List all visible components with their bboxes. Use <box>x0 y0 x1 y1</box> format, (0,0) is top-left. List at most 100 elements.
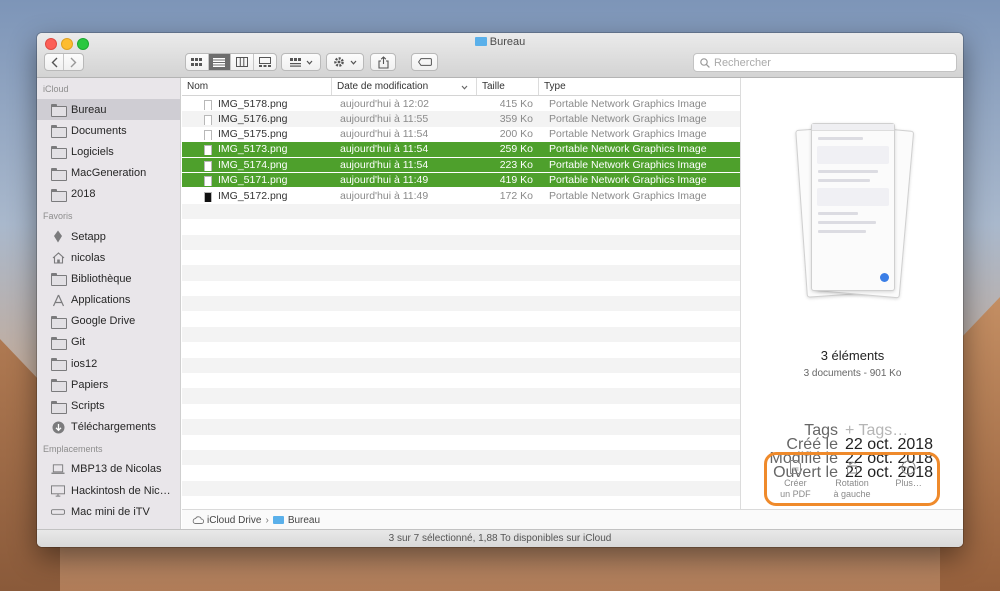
preview-subtitle: 3 documents - 901 Ko <box>803 368 902 379</box>
share-button[interactable] <box>370 53 396 71</box>
table-row[interactable]: IMG_5171.png aujourd'hui à 11:49 419 Ko Por… <box>182 172 740 189</box>
sidebar-item-mbp13-de-nicolas[interactable]: MBP13 de Nicolas <box>37 459 180 480</box>
sidebar-item-label: Documents <box>71 124 127 137</box>
column-header-type[interactable]: Type <box>539 78 740 95</box>
sidebar-item-2018[interactable]: 2018 <box>37 184 180 205</box>
sidebar-item-mac-mini-de-itv[interactable]: Mac mini de iTV <box>37 501 180 522</box>
file-name: IMG_5173.png <box>218 143 288 156</box>
quick-action-pdf[interactable]: Créer un PDF <box>769 460 821 500</box>
folder-icon <box>51 146 67 160</box>
column-view-button[interactable] <box>231 54 254 70</box>
file-date: aujourd'hui à 11:55 <box>340 113 429 126</box>
chevron-down-icon <box>306 60 312 65</box>
file-name-cell: IMG_5178.png <box>182 98 332 110</box>
table-row[interactable]: IMG_5175.png aujourd'hui à 11:54 200 Ko Por… <box>182 127 740 142</box>
file-name: IMG_5175.png <box>218 128 288 141</box>
table-row <box>182 311 740 326</box>
table-row <box>182 357 740 374</box>
back-button[interactable] <box>45 54 65 70</box>
table-row[interactable]: IMG_5178.png aujourd'hui à 12:02 415 Ko Por… <box>182 96 740 111</box>
sidebar-item-t-l-chargements[interactable]: Téléchargements <box>37 417 180 438</box>
sidebar-item-papiers[interactable]: Papiers <box>37 374 180 395</box>
column-header-date-label: Date de modification <box>337 81 429 92</box>
file-type: Portable Network Graphics Image <box>549 174 707 187</box>
table-row <box>182 373 740 388</box>
finder-window: Bureau Rechercher iCloud Bureau Document… <box>37 33 963 547</box>
sidebar-item-label: 2018 <box>71 188 96 201</box>
quick-action-label: Rotation <box>835 478 869 488</box>
sidebar-item-macgeneration[interactable]: MacGeneration <box>37 163 180 184</box>
column-header-size[interactable]: Taille <box>477 78 539 95</box>
list-icon <box>213 57 226 67</box>
file-size: 223 Ko <box>499 158 533 171</box>
gallery-icon <box>258 57 271 67</box>
file-size: 259 Ko <box>499 143 533 156</box>
group-by-button[interactable] <box>281 53 321 71</box>
quick-actions: Créer un PDF Rotation à gauche Plus… <box>764 452 940 506</box>
quick-action-more[interactable]: Plus… <box>883 460 935 489</box>
columns-icon <box>235 57 248 67</box>
display-icon <box>51 484 65 497</box>
gear-icon <box>334 57 344 67</box>
tags-button[interactable] <box>411 53 438 71</box>
folder-icon <box>51 400 67 414</box>
sidebar-item-setapp[interactable]: Setapp <box>37 226 180 247</box>
table-row <box>182 404 740 419</box>
column-header-name[interactable]: Nom <box>182 78 332 95</box>
sidebar-item-label: Setapp <box>71 230 106 243</box>
sidebar-item-documents[interactable]: Documents <box>37 120 180 141</box>
sidebar-item-ios12[interactable]: ios12 <box>37 353 180 374</box>
list-view-button[interactable] <box>208 54 231 70</box>
table-row[interactable]: IMG_5172.png aujourd'hui à 11:49 172 Ko Por… <box>182 188 740 203</box>
sidebar-item-label: Bureau <box>71 103 107 116</box>
sidebar-item-applications[interactable]: Applications <box>37 290 180 311</box>
file-list: Nom Date de modification Taille Type IMG… <box>182 78 740 531</box>
sidebar-item-label: Hackintosh de Nic… <box>71 484 171 497</box>
sidebar-item-biblioth-que[interactable]: Bibliothèque <box>37 268 180 289</box>
sidebar-item-label: MacGeneration <box>71 167 147 180</box>
file-rows: IMG_5178.png aujourd'hui à 12:02 415 Ko Por… <box>182 96 740 527</box>
table-row[interactable]: IMG_5173.png aujourd'hui à 11:54 259 Ko Por… <box>182 142 740 158</box>
file-size: 419 Ko <box>499 174 533 187</box>
icon-view-button[interactable] <box>186 54 209 70</box>
table-row[interactable]: IMG_5176.png aujourd'hui à 11:55 359 Ko Por… <box>182 111 740 127</box>
sidebar-item-scripts[interactable]: Scripts <box>37 395 180 416</box>
sidebar-item-hackintosh-de-nic[interactable]: Hackintosh de Nic… <box>37 480 180 501</box>
column-header-date[interactable]: Date de modification <box>332 78 477 95</box>
group-icon <box>289 57 301 67</box>
forward-button[interactable] <box>64 54 83 70</box>
file-name: IMG_5174.png <box>218 158 288 171</box>
folder-icon <box>51 336 67 350</box>
sidebar-item-nicolas[interactable]: nicolas <box>37 247 180 268</box>
chevron-right-icon <box>70 57 77 67</box>
sidebar-item-logiciels[interactable]: Logiciels <box>37 141 180 162</box>
table-row <box>182 234 740 250</box>
path-item-icloud-drive[interactable]: iCloud Drive <box>207 515 261 526</box>
file-name-cell: IMG_5176.png <box>182 113 332 126</box>
folder-icon <box>272 516 284 524</box>
file-date: aujourd'hui à 11:54 <box>340 158 429 171</box>
sidebar-item-git[interactable]: Git <box>37 332 180 353</box>
file-type: Portable Network Graphics Image <box>549 158 707 171</box>
quick-action-rotate-left[interactable]: Rotation à gauche <box>826 460 878 500</box>
path-separator-icon: › <box>265 514 269 526</box>
table-row[interactable]: IMG_5174.png aujourd'hui à 11:54 223 Ko Por… <box>182 157 740 173</box>
action-menu-button[interactable] <box>326 53 364 71</box>
sidebar-item-label: Bibliothèque <box>71 272 132 285</box>
table-row <box>182 281 740 296</box>
table-row <box>182 480 740 497</box>
quick-action-label: Créer <box>784 478 807 488</box>
sidebar-section-header: Emplacements <box>43 443 103 454</box>
table-row <box>182 465 740 480</box>
table-row <box>182 435 740 450</box>
sidebar-item-label: Scripts <box>71 400 105 413</box>
sidebar-item-label: Téléchargements <box>71 421 156 434</box>
sidebar-item-label: Papiers <box>71 378 109 391</box>
folder-icon <box>51 379 67 393</box>
path-item-bureau[interactable]: Bureau <box>288 515 320 526</box>
png-file-icon <box>204 160 212 171</box>
sidebar-item-bureau[interactable]: Bureau <box>37 99 180 121</box>
gallery-view-button[interactable] <box>254 54 276 70</box>
sidebar-item-google-drive[interactable]: Google Drive <box>37 311 180 332</box>
search-field[interactable]: Rechercher <box>693 53 957 72</box>
